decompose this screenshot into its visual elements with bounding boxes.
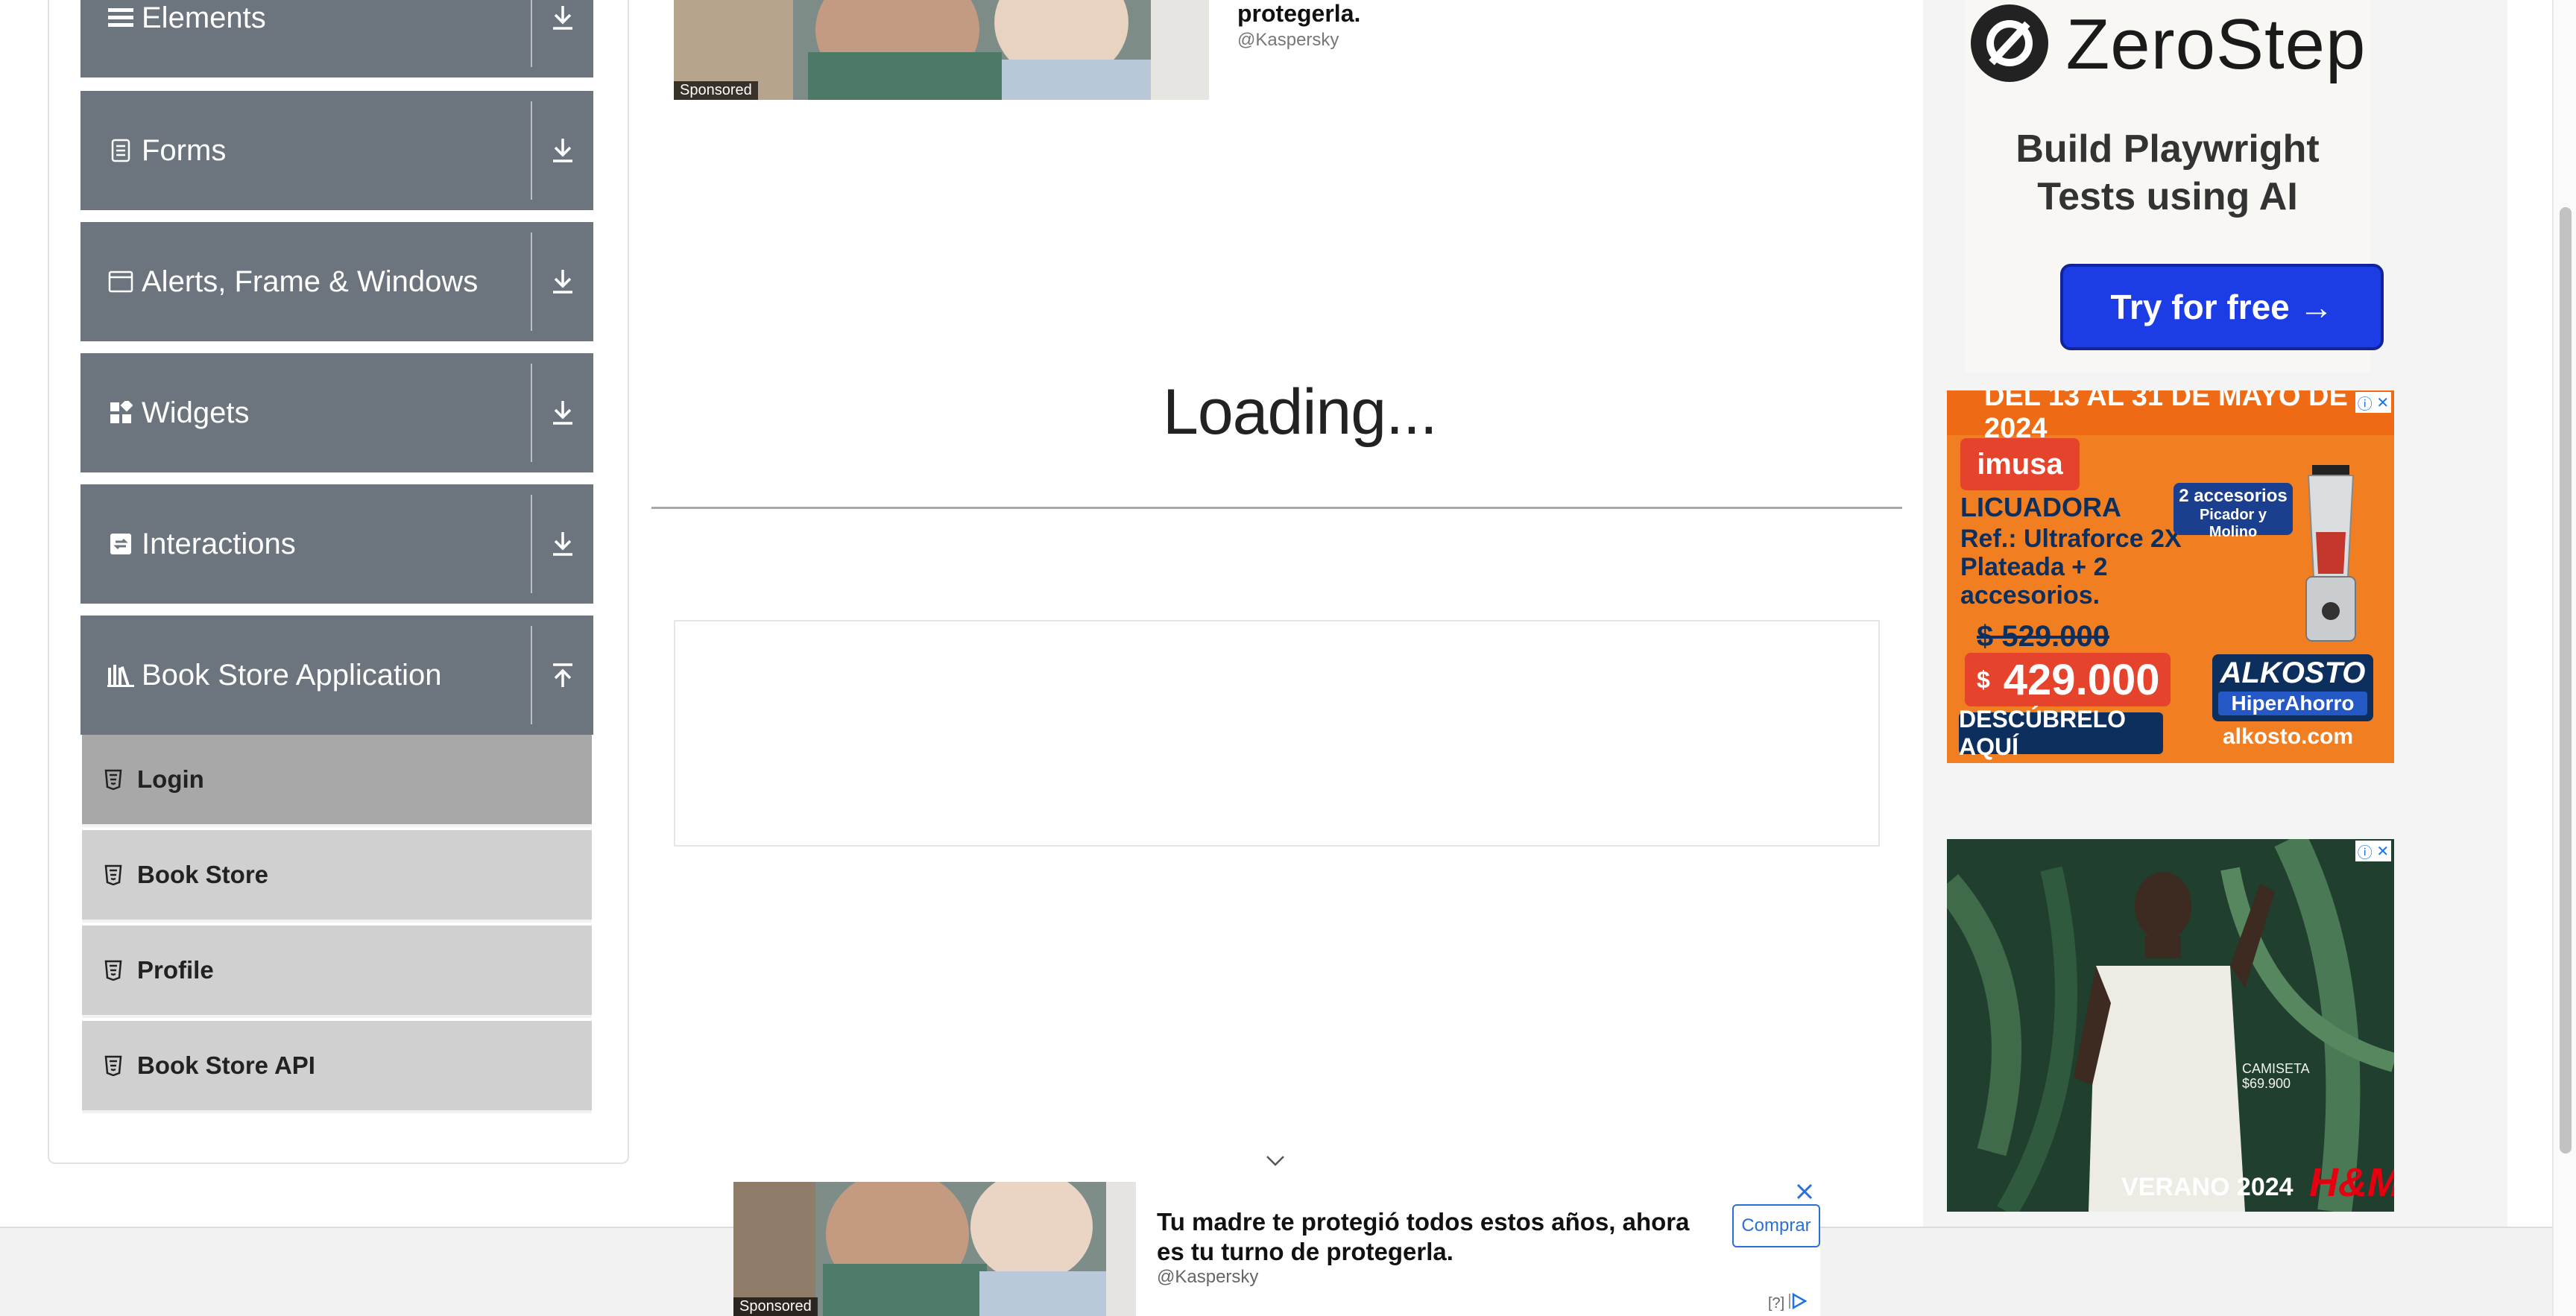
group-title: Forms [142,133,227,167]
comprar-button[interactable]: Comprar [1732,1204,1820,1247]
loading-text: Loading... [1163,376,1438,448]
expand-icon[interactable] [532,91,593,210]
group-header-forms[interactable]: Forms [80,91,593,210]
sidebar-item-label: Book Store API [137,1051,315,1079]
interactions-icon [104,533,137,555]
expand-icon[interactable] [532,222,593,341]
top-ad-image[interactable]: Sponsored [674,0,1209,100]
scrollbar-thumb[interactable] [2560,207,2572,1154]
sidebar-item-login[interactable]: Login [82,735,592,827]
product-ref: Ref.: Ultraforce 2X Plateada + 2 accesor… [1960,525,2182,610]
form-icon [104,139,137,162]
bottom-ad-handle: @Kaspersky [1157,1267,1259,1287]
hm-logo: H&M [2309,1160,2394,1205]
expand-icon[interactable] [532,353,593,472]
group-header-interactions[interactable]: Interactions [80,484,593,604]
alkosto-name: ALKOSTO [2220,657,2366,689]
group-header-widgets[interactable]: Widgets [80,353,593,472]
ad-info-icon[interactable]: ⓘ ✕ [2355,392,2391,413]
alkosto-banner: DEL 13 AL 31 DE MAYO DE 2024 [1947,390,2394,444]
zerostep-brand: ZeroStep [2065,4,2367,84]
content-box [674,620,1880,847]
html5-icon [104,1055,127,1076]
ad-help-link[interactable]: [?] [1768,1295,1784,1312]
zerostep-logo-icon [1969,3,2050,87]
imusa-badge: imusa [1960,438,2080,490]
hm-caption: CAMISETA $69.900 [2242,1061,2310,1091]
currency-symbol: $ [1977,665,1990,693]
new-price-value: 429.000 [2003,655,2160,704]
collapse-icon[interactable] [532,616,593,735]
bottom-ad-image[interactable]: Sponsored [733,1182,1136,1316]
alkosto-site: alkosto.com [2223,724,2354,749]
close-icon[interactable] [1795,1182,1814,1205]
ad-info-icon[interactable]: ⓘ ✕ [2355,841,2391,861]
caption-price: $69.900 [2242,1076,2291,1091]
group-title: Interactions [142,527,296,560]
adchoices-icon[interactable] [1789,1292,1810,1315]
scrollbar[interactable] [2552,0,2576,1316]
html5-icon [104,769,127,790]
product-name: LICUADORA [1960,492,2121,522]
old-price: $ 529.000 [1977,620,2109,653]
sidebar-item-label: Book Store [137,861,269,888]
books-icon [104,663,137,687]
top-ad-handle: @Kaspersky [1237,30,1339,50]
divider [651,507,1902,509]
list-icon [104,7,137,29]
sidebar-item-book-store[interactable]: Book Store [82,830,592,923]
hm-ad[interactable]: CAMISETA $69.900 VERANO 2024 H&M ⓘ ✕ [1947,839,2394,1212]
alkosto-ad[interactable]: DEL 13 AL 31 DE MAYO DE 2024 imusa LICUA… [1947,390,2394,763]
group-header-alerts-frame-windows[interactable]: Alerts, Frame & Windows [80,222,593,341]
bottom-ad-headline[interactable]: Tu madre te protegió todos estos años, a… [1157,1207,1723,1267]
try-for-free-button[interactable]: Try for free → [2060,264,2384,350]
hm-headline: VERANO 2024 [2121,1173,2294,1201]
html5-icon [104,960,127,981]
expand-icon[interactable] [532,0,593,77]
group-header-elements[interactable]: Elements [80,0,593,77]
accessories-sub: Picador y Molino [2199,507,2267,540]
page-root: { "sidebar": { "groups": [ {"title": "El… [0,0,2576,1316]
group-title: Elements [142,1,266,34]
blender-image [2290,465,2372,644]
html5-icon [104,864,127,885]
group-header-book-store-application[interactable]: Book Store Application [80,616,593,735]
widgets-icon [104,401,137,425]
new-price: $ 429.000 [1965,653,2171,706]
ad-info[interactable]: [?] [1768,1292,1810,1315]
zerostep-ad[interactable]: ZeroStep Build Playwright Tests using AI… [1965,0,2384,373]
group-title: Alerts, Frame & Windows [142,265,479,298]
caption-line: CAMISETA [2242,1061,2310,1076]
sidebar-item-profile[interactable]: Profile [82,926,592,1018]
top-ad-headline[interactable]: protegerla. [1237,0,1360,28]
zerostep-tagline: Build Playwright Tests using AI [2015,127,2320,218]
group-title: Book Store Application [142,658,442,692]
sidebar-item-book-store-api[interactable]: Book Store API [82,1021,592,1113]
window-icon [104,271,137,293]
accessories-label: 2 accesorios [2179,486,2288,506]
discover-button[interactable]: DESCÚBRELO AQUÍ [1959,706,2163,760]
group-title: Widgets [142,396,250,429]
sidebar-item-label: Profile [137,956,214,984]
alkosto-sub: HiperAhorro [2218,692,2367,715]
sponsored-tag: Sponsored [674,81,758,100]
alkosto-logo: ALKOSTO HiperAhorro [2212,654,2373,721]
bottom-sticky-ad[interactable]: Sponsored Tu madre te protegió todos est… [733,1180,1820,1316]
expand-icon[interactable] [532,484,593,604]
chevron-down-icon[interactable] [1266,1155,1285,1171]
sidebar-item-label: Login [137,765,204,793]
sponsored-tag: Sponsored [733,1297,818,1316]
accessories-badge: 2 accesorios Picador y Molino [2174,483,2293,540]
